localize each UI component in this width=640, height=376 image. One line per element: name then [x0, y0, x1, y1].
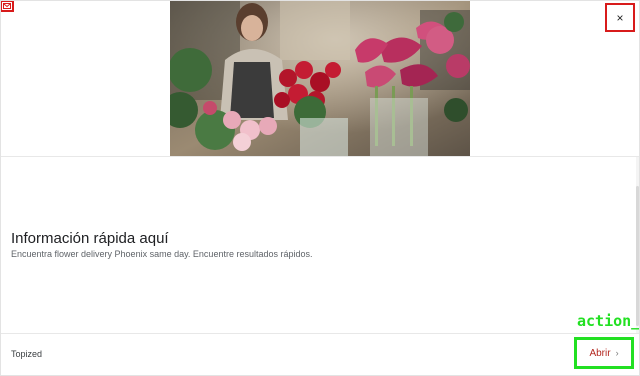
flower-shop-photo[interactable] — [170, 0, 470, 157]
action-annotation: action_ — [577, 312, 640, 330]
hero-divider — [1, 156, 639, 157]
footer-divider — [1, 333, 639, 334]
chevron-right-icon: › — [615, 347, 619, 358]
close-button[interactable]: × — [605, 3, 635, 32]
ad-choices-icon[interactable] — [0, 0, 14, 12]
close-icon[interactable]: × — [616, 12, 623, 24]
advertiser-name: Topized — [11, 349, 43, 359]
scrollbar-thumb[interactable] — [636, 186, 639, 326]
ad-dialog: × Información rápida aquí Encuentra flow… — [0, 0, 640, 376]
ad-description: Encuentra flower delivery Phoenix same d… — [11, 249, 313, 259]
ad-headline: Información rápida aquí — [11, 230, 169, 247]
open-button[interactable]: Abrir › — [574, 337, 634, 369]
open-button-label: Abrir — [589, 347, 611, 359]
